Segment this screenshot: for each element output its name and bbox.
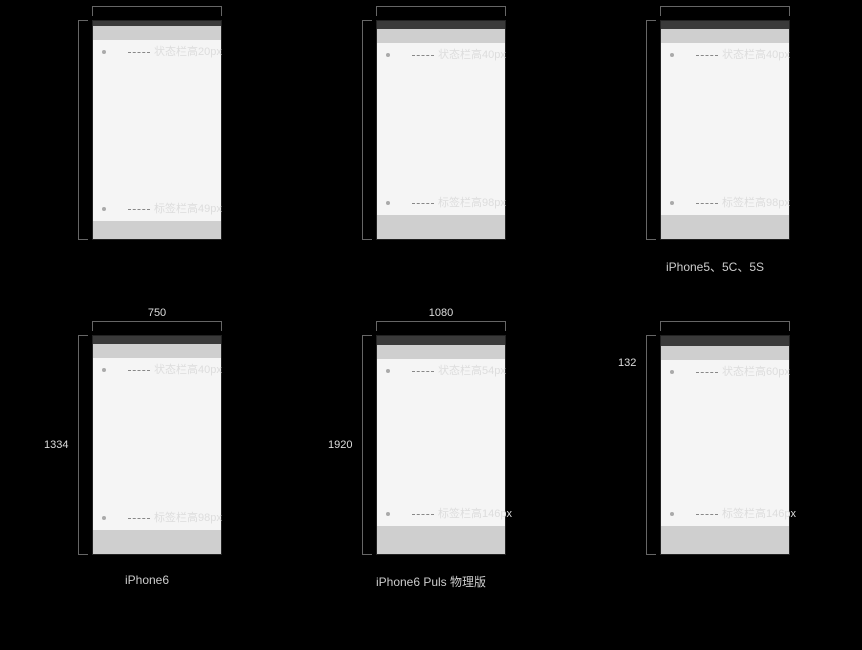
height-label: 1334 [44,439,68,451]
tab-callout: 标签栏高146px [412,505,512,521]
nav-bar [93,344,221,358]
height-ruler [646,20,656,240]
status-callout: 状态栏高40px [412,46,506,62]
tab-callout-text: 标签栏高49px [154,203,222,215]
status-bar [377,336,505,345]
tab-bar [377,526,505,554]
status-callout: 状态栏高20px [128,43,222,59]
status-callout-text: 状态栏高40px [722,49,790,61]
status-callout-text: 状态栏高20px [154,46,222,58]
tab-callout-text: 标签栏高98px [722,197,790,209]
status-bar [93,336,221,344]
tab-callout-text: 标签栏高98px [154,512,222,524]
device-caption: iPhone5、5C、5S [666,258,764,275]
nav-bar [661,346,789,360]
width-ruler [92,6,222,16]
tab-bar [93,221,221,239]
phone-wrap: 132状态栏高60px标签栏高146px [660,335,790,555]
nav-bar [93,26,221,40]
phone-wrap: 状态栏高40px 标签栏高98px [376,20,506,240]
status-bar [661,21,789,29]
device-caption: iPhone6 [125,573,169,587]
tab-callout-text: 标签栏高146px [438,508,512,520]
status-bar [661,336,789,346]
height-ruler [646,335,656,555]
width-ruler [92,321,222,331]
device-cell-5: 132 状态栏高60px 标签栏高146px [578,335,852,640]
tab-bar [661,215,789,239]
nav-bar [377,345,505,359]
status-callout: 状态栏高54px [412,362,506,378]
status-callout: 状态栏高60px [696,363,790,379]
device-cell-1: 状态栏高40px 标签栏高98px [294,20,568,325]
phone-wrap: 状态栏高40px 标签栏高98px [660,20,790,240]
tab-callout: 标签栏高98px [696,194,790,210]
tab-callout: 标签栏高98px [412,194,506,210]
height-ruler [362,335,372,555]
phone-wrap: 7501334状态栏高40px标签栏高98px [92,335,222,555]
tab-callout: 标签栏高98px [128,509,222,525]
device-cell-4: 10801920状态栏高54px标签栏高146px iPhone6 Puls 物理… [294,335,568,640]
height-label: 1920 [328,439,352,451]
height-ruler [78,335,88,555]
status-callout-text: 状态栏高40px [438,49,506,61]
height-ruler [78,20,88,240]
device-cell-0: 状态栏高20px 标签栏高49px [10,20,284,325]
status-callout-text: 状态栏高40px [154,364,222,376]
nav-bar [377,29,505,43]
width-label: 750 [148,307,166,319]
tab-callout-text: 标签栏高98px [438,197,506,209]
width-ruler [660,321,790,331]
tab-bar [661,526,789,554]
width-label: 1080 [429,307,453,319]
tab-bar [377,215,505,239]
status-callout-text: 状态栏高60px [722,366,790,378]
phone-wrap: 状态栏高20px 标签栏高49px [92,20,222,240]
tab-callout: 标签栏高49px [128,200,222,216]
device-caption: iPhone6 Puls 物理版 [376,573,486,590]
device-cell-3: 7501334状态栏高40px标签栏高98pxiPhone6 [10,335,284,640]
height-ruler [362,20,372,240]
status-callout-text: 状态栏高54px [438,365,506,377]
width-ruler [660,6,790,16]
status-callout: 状态栏高40px [696,46,790,62]
tab-callout: 标签栏高146px [696,505,796,521]
phone-wrap: 10801920状态栏高54px标签栏高146px [376,335,506,555]
status-bar [377,21,505,29]
nav-bar [661,29,789,43]
height-label: 132 [618,357,636,369]
tab-callout-text: 标签栏高146px [722,508,796,520]
device-cell-2: 状态栏高40px 标签栏高98px iPhone5、5C、5S [578,20,852,325]
width-ruler [376,6,506,16]
status-callout: 状态栏高40px [128,361,222,377]
width-ruler [376,321,506,331]
tab-bar [93,530,221,554]
